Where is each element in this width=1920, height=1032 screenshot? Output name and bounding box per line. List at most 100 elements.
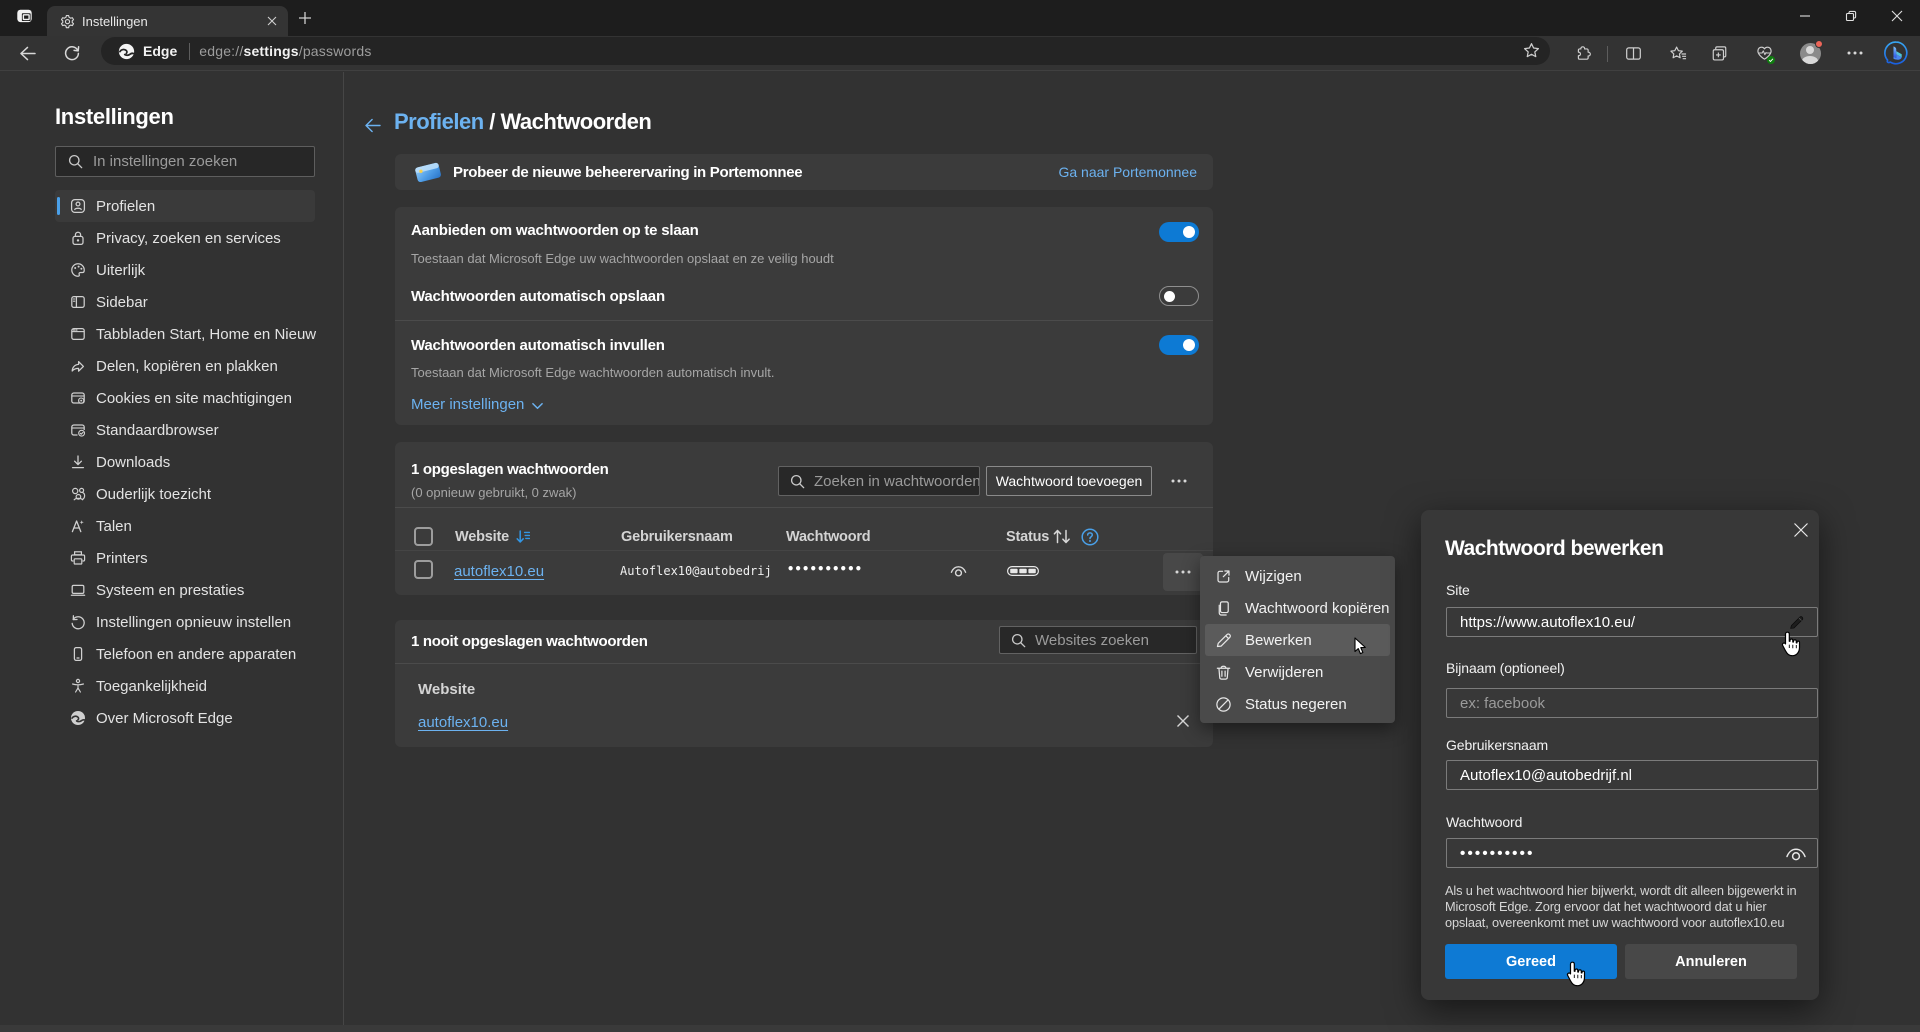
site-input[interactable]: https://www.autoflex10.eu/: [1446, 607, 1818, 637]
tab-title: Instellingen: [82, 14, 148, 29]
site-value: https://www.autoflex10.eu/: [1460, 614, 1635, 631]
sidebar-item-cookies[interactable]: Cookies en site machtigingen: [55, 382, 315, 414]
sidebar-item-downloads[interactable]: Downloads: [55, 446, 315, 478]
sidebar-item-tabs[interactable]: Tabbladen Start, Home en Nieuw: [55, 318, 315, 350]
sidebar-item-family[interactable]: Ouderlijk toezicht: [55, 478, 315, 510]
banner-link[interactable]: Ga naar Portemonnee: [1058, 164, 1197, 180]
toggle2-switch[interactable]: [1159, 286, 1199, 306]
sidebar-item-system[interactable]: Systeem en prestaties: [55, 574, 315, 606]
split-screen-icon[interactable]: [1616, 38, 1650, 68]
never-website-link[interactable]: autoflex10.eu: [418, 714, 508, 731]
sidebar-item-label: Toegankelijkheid: [96, 678, 207, 695]
minimize-button[interactable]: [1782, 0, 1828, 31]
accessibility-icon: [70, 678, 86, 694]
toolbar: Edge edge://settings/passwords: [0, 36, 1920, 71]
toggle1-switch[interactable]: [1159, 222, 1199, 242]
dialog-title: Wachtwoord bewerken: [1445, 537, 1663, 561]
sidebar-item-label: Profielen: [96, 198, 155, 215]
show-password-icon[interactable]: [945, 560, 971, 582]
saved-passwords-card: 1 opgeslagen wachtwoorden (0 opnieuw geb…: [395, 442, 1213, 595]
remove-never-saved-icon[interactable]: [1170, 708, 1196, 734]
privacy-icon: [70, 230, 86, 246]
sidebar-item-profiles[interactable]: Profielen: [55, 190, 315, 222]
select-all-checkbox[interactable]: [414, 527, 433, 546]
search-icon: [68, 154, 83, 169]
sidebar-item-accessibility[interactable]: Toegankelijkheid: [55, 670, 315, 702]
toggle3-switch[interactable]: [1159, 335, 1199, 355]
sidebar-divider: [343, 72, 344, 1025]
column-username[interactable]: Gebruikersnaam: [621, 529, 733, 545]
settings-more-icon[interactable]: [1838, 38, 1872, 68]
sidebar-item-label: Over Microsoft Edge: [96, 710, 233, 727]
sidebar-item-phone[interactable]: Telefoon en andere apparaten: [55, 638, 315, 670]
banner-text: Probeer de nieuwe beheerervaring in Port…: [453, 164, 802, 181]
sidebar-title: Instellingen: [55, 104, 174, 130]
restore-button[interactable]: [1828, 0, 1874, 31]
tab-close-icon[interactable]: [264, 13, 280, 29]
extensions-icon[interactable]: [1566, 38, 1600, 68]
sidebar-item-printers[interactable]: Printers: [55, 542, 315, 574]
sidebar-item-privacy[interactable]: Privacy, zoeken en services: [55, 222, 315, 254]
wallet-banner: Probeer de nieuwe beheerervaring in Port…: [395, 154, 1213, 190]
menu-item-trash[interactable]: Verwijderen: [1205, 656, 1390, 688]
username-input[interactable]: Autoflex10@autobedrijf.nl: [1446, 760, 1818, 790]
column-password[interactable]: Wachtwoord: [786, 529, 870, 545]
sidebar-item-languages[interactable]: Talen: [55, 510, 315, 542]
breadcrumb-parent[interactable]: Profielen: [394, 109, 484, 134]
nickname-input[interactable]: ex: facebook: [1446, 688, 1818, 718]
sidebar-item-label: Privacy, zoeken en services: [96, 230, 281, 247]
settings-back-icon[interactable]: [361, 114, 383, 136]
sidebar-item-edge[interactable]: Over Microsoft Edge: [55, 702, 315, 734]
sidebar-item-sidebar[interactable]: Sidebar: [55, 286, 315, 318]
help-icon[interactable]: [1081, 528, 1099, 546]
saved-more-icon[interactable]: [1167, 472, 1191, 490]
column-website[interactable]: Website: [455, 529, 509, 545]
username-value: Autoflex10@autobedrijf.nl: [1460, 767, 1632, 784]
reveal-password-icon[interactable]: [1785, 846, 1807, 862]
menu-item-open-external[interactable]: Wijzigen: [1205, 560, 1390, 592]
tab-instellingen[interactable]: Instellingen: [47, 6, 288, 36]
collections-icon[interactable]: [1702, 38, 1736, 68]
websites-search-input[interactable]: Websites zoeken: [999, 626, 1197, 654]
favorites-icon[interactable]: [1661, 38, 1695, 68]
password-input[interactable]: ••••••••••: [1446, 838, 1818, 868]
menu-item-pencil[interactable]: Bewerken: [1205, 624, 1390, 656]
cancel-button[interactable]: Annuleren: [1625, 944, 1797, 979]
sort-updown-icon[interactable]: [1052, 528, 1072, 545]
sort-descending-icon[interactable]: [516, 529, 530, 545]
add-password-button[interactable]: Wachtwoord toevoegen: [986, 466, 1152, 496]
sidebar-item-label: Delen, kopiëren en plakken: [96, 358, 278, 375]
row-more-button[interactable]: [1163, 553, 1203, 591]
password-value-masked: ••••••••••: [1460, 845, 1535, 862]
edit-site-icon[interactable]: [1788, 614, 1805, 631]
never-saved-card: 1 nooit opgeslagen wachtwoorden Websites…: [395, 620, 1213, 747]
phone-icon: [70, 646, 86, 662]
row-checkbox[interactable]: [414, 560, 433, 579]
new-tab-button[interactable]: [296, 9, 314, 27]
sidebar-search-input[interactable]: In instellingen zoeken: [55, 146, 315, 177]
more-settings-link[interactable]: Meer instellingen: [411, 396, 543, 413]
column-status[interactable]: Status: [1006, 529, 1049, 545]
browser-essentials-icon[interactable]: [1747, 38, 1781, 68]
block-icon: [1215, 696, 1232, 713]
defaultbrowser-icon: [70, 422, 86, 438]
sidebar-item-label: Ouderlijk toezicht: [96, 486, 211, 503]
done-button[interactable]: Gereed: [1445, 944, 1617, 979]
sidebar-item-appearance[interactable]: Uiterlijk: [55, 254, 315, 286]
sidebar-item-defaultbrowser[interactable]: Standaardbrowser: [55, 414, 315, 446]
row-context-menu: Wijzigen Wachtwoord kopiëren Bewerken Ve…: [1200, 556, 1395, 723]
row-website-link[interactable]: autoflex10.eu: [454, 563, 544, 580]
passwords-search-input[interactable]: Zoeken in wachtwoorden: [778, 466, 980, 496]
sidebar-item-share[interactable]: Delen, kopiëren en plakken: [55, 350, 315, 382]
menu-item-copy[interactable]: Wachtwoord kopiëren: [1205, 592, 1390, 624]
profile-avatar[interactable]: [1793, 38, 1827, 68]
cookies-icon: [70, 390, 86, 406]
menu-item-block[interactable]: Status negeren: [1205, 688, 1390, 720]
tab-actions-icon[interactable]: [16, 9, 32, 22]
close-button[interactable]: [1874, 0, 1920, 31]
sidebar-item-reset[interactable]: Instellingen opnieuw instellen: [55, 606, 315, 638]
search-icon: [1011, 633, 1026, 648]
dialog-close-icon[interactable]: [1790, 519, 1812, 541]
copilot-icon[interactable]: [1879, 38, 1913, 68]
pencil-icon: [1215, 632, 1232, 649]
